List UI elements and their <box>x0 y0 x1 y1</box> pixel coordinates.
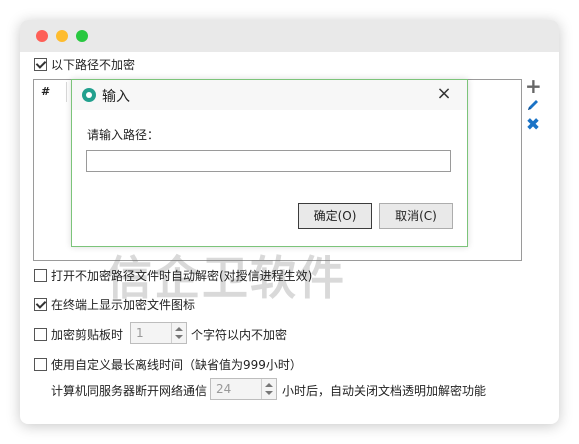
table-column-header: # <box>41 85 51 98</box>
clipboard-suffix-label: 个字符以内不加密 <box>191 328 288 342</box>
app-logo-icon <box>82 88 96 102</box>
path-prompt-label: 请输入路径： <box>87 128 160 142</box>
minimize-window-button[interactable] <box>56 30 68 42</box>
show-icon-label: 在终端上显示加密文件图标 <box>51 298 196 312</box>
clipboard-chars-value: 1 <box>136 326 144 340</box>
settings-window: 以下路径不加密 # + ✖ 信企卫软件 打开不加密路径文件时自动解密(对授信进程… <box>20 20 559 424</box>
dialog-title: 输入 <box>102 89 130 105</box>
offline-time-checkbox[interactable] <box>34 358 47 371</box>
column-divider <box>66 82 67 102</box>
decrement-arrow-icon[interactable] <box>265 391 273 395</box>
show-icon-checkbox[interactable] <box>34 298 47 311</box>
stepper-arrows[interactable] <box>261 379 276 399</box>
offline-prefix-label: 计算机同服务器断开网络通信 <box>51 384 208 398</box>
dialog-titlebar: 输入 × <box>72 80 467 110</box>
decrement-arrow-icon[interactable] <box>175 335 183 339</box>
path-input[interactable] <box>86 150 451 172</box>
clipboard-label: 加密剪贴板时 <box>51 328 124 342</box>
ok-button[interactable]: 确定(O) <box>298 203 372 229</box>
plus-icon[interactable]: + <box>525 76 542 96</box>
offline-time-label: 使用自定义最长离线时间（缺省值为999小时） <box>51 358 302 372</box>
cancel-button[interactable]: 取消(C) <box>379 203 453 229</box>
delete-x-icon[interactable]: ✖ <box>525 117 541 134</box>
offline-hours-value: 24 <box>216 382 232 396</box>
no-encrypt-paths-label: 以下路径不加密 <box>51 58 136 72</box>
pencil-icon[interactable] <box>525 98 541 114</box>
offline-suffix-label: 小时后，自动关闭文档透明加解密功能 <box>282 384 487 398</box>
window-titlebar <box>20 20 559 52</box>
auto-decrypt-label: 打开不加密路径文件时自动解密(对授信进程生效) <box>51 269 313 283</box>
clipboard-chars-stepper[interactable]: 1 <box>130 322 187 344</box>
stepper-arrows[interactable] <box>171 323 186 343</box>
input-dialog: 输入 × 请输入路径： 确定(O) 取消(C) <box>71 79 468 247</box>
dialog-close-icon[interactable]: × <box>434 83 454 104</box>
zoom-window-button[interactable] <box>76 30 88 42</box>
auto-decrypt-checkbox[interactable] <box>34 269 47 282</box>
clipboard-checkbox[interactable] <box>34 328 47 341</box>
increment-arrow-icon[interactable] <box>175 327 183 331</box>
close-window-button[interactable] <box>36 30 48 42</box>
increment-arrow-icon[interactable] <box>265 383 273 387</box>
no-encrypt-paths-checkbox[interactable] <box>34 58 47 71</box>
offline-hours-stepper[interactable]: 24 <box>210 378 277 400</box>
